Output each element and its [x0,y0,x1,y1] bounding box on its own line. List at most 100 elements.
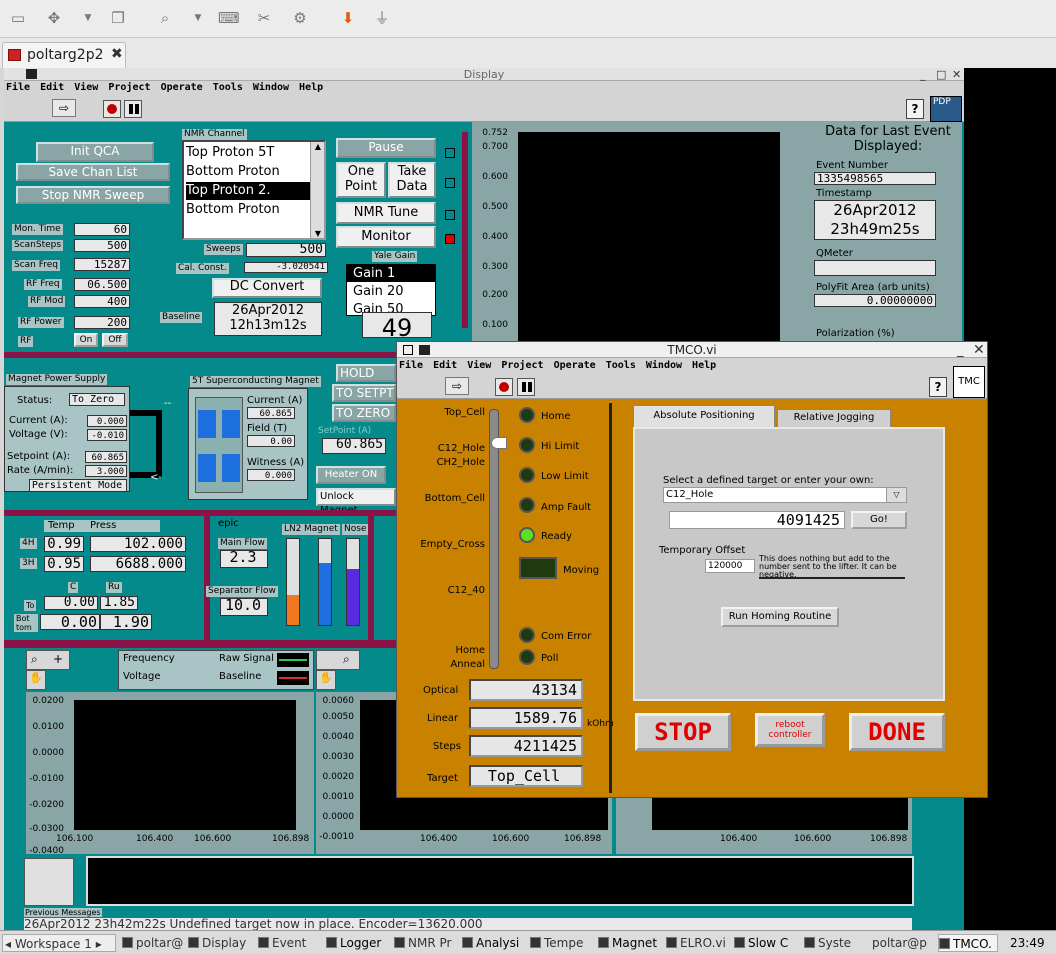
yale-gain-listbox[interactable]: Gain 1 Gain 20 Gain 50 [346,264,436,316]
run-homing-routine-button[interactable]: Run Homing Routine [721,607,839,627]
scrollbar[interactable]: ▲ ▼ [310,142,324,238]
menu-project[interactable]: Project [501,360,543,371]
menu-help[interactable]: Help [692,360,716,371]
list-item-selected[interactable]: Top Proton 2. [186,182,310,200]
pan-hand-icon[interactable]: ✋ [26,670,46,690]
hold-button[interactable]: HOLD [336,364,396,382]
taskbar-item[interactable]: ELRO.vi [666,934,728,952]
run-arrow-icon[interactable]: ⇨ [445,377,469,395]
taskbar-item[interactable]: Magnet [598,934,662,952]
taskbar-item[interactable]: poltar@p [122,934,184,952]
taskbar-item[interactable]: Syste [804,934,864,952]
stop-button[interactable]: STOP [635,713,731,751]
rf-off-button[interactable]: Off [102,333,128,347]
pause-button[interactable] [124,100,142,118]
menu-view[interactable]: View [467,360,491,371]
raw-graph-plot[interactable] [74,700,296,830]
abort-button[interactable] [103,100,121,118]
go-button[interactable]: Go! [851,511,907,529]
menu-help[interactable]: Help [299,82,323,93]
pan-hand-icon[interactable]: ✋ [316,670,336,690]
offset-field[interactable]: 120000 [705,559,755,573]
cal-const-field[interactable]: -3.020541 [244,262,328,273]
menu-window[interactable]: Window [253,82,289,93]
menu-operate[interactable]: Operate [554,360,596,371]
move-icon[interactable]: ✥ [44,9,64,27]
pause-button[interactable] [517,378,535,396]
windows-icon[interactable]: ❐ [108,9,128,27]
init-qca-button[interactable]: Init QCA [36,142,154,162]
workspace-switcher[interactable]: ◂ Workspace 1 ▸ [2,934,116,952]
messages-area[interactable] [86,856,914,906]
menu-project[interactable]: Project [108,82,150,93]
help-icon[interactable]: ? [929,377,947,397]
menu-tools[interactable]: Tools [606,360,636,371]
gear-icon[interactable]: ⚙ [290,9,310,27]
done-button[interactable]: DONE [849,713,945,751]
setpoint-field[interactable]: 60.865 [85,451,127,463]
chevron-down-icon[interactable]: ▽ [886,488,906,502]
chevron-left-icon[interactable]: ◂ [5,937,15,951]
rf-power-field[interactable]: 200 [74,316,130,329]
zoom-icon[interactable]: ⌕ [31,652,38,667]
rf-freq-field[interactable]: 06.500 [74,278,130,291]
graph-tools[interactable]: ⌕ + [26,650,70,670]
target-combobox[interactable]: C12_Hole ▽ [663,487,907,503]
taskbar-item[interactable]: Logger [326,934,388,952]
help-icon[interactable]: ? [906,99,924,119]
chevron-right-icon[interactable]: ▸ [92,937,102,951]
taskbar-item[interactable]: Tempe [530,934,592,952]
scroll-up-icon[interactable]: ▲ [311,142,325,151]
nmr-graph-plot[interactable] [518,132,780,344]
download-icon[interactable]: ⬇ [338,9,358,27]
nmr-tune-button[interactable]: NMR Tune [336,202,436,224]
hold-setpoint-field[interactable]: 60.865 [322,438,386,454]
to-setpt-button[interactable]: TO SETPT [332,384,396,402]
taskbar-item-active[interactable]: TMCO. [938,934,998,952]
target-value-field[interactable]: 4091425 [669,511,845,529]
list-item[interactable]: Gain 20 [347,283,435,300]
close-icon[interactable]: ✖ [111,46,123,62]
close-icon[interactable]: ✕ [973,342,985,358]
dc-convert-button[interactable]: DC Convert [212,278,322,298]
menu-file[interactable]: File [399,360,423,371]
minimize-icon[interactable]: _ [920,68,926,81]
run-arrow-icon[interactable]: ⇨ [52,99,76,117]
list-item-selected[interactable]: Gain 1 [347,265,435,282]
list-item[interactable]: Bottom Proton [186,163,310,181]
list-item[interactable]: Top Proton 5T [186,144,310,162]
nmr-channel-listbox[interactable]: Top Proton 5T Bottom Proton Top Proton 2… [182,140,326,240]
tab-absolute-positioning[interactable]: Absolute Positioning [633,405,775,427]
mon-time-field[interactable]: 60 [74,223,130,236]
taskbar-item[interactable]: Event [258,934,320,952]
rate-field[interactable]: 3.000 [85,465,127,477]
taskbar-item[interactable]: poltar@p [872,934,932,952]
message-button[interactable] [24,858,74,906]
list-item[interactable]: Bottom Proton [186,201,310,219]
crosshair-icon[interactable]: + [53,652,63,666]
scan-steps-field[interactable]: 500 [74,239,130,252]
taskbar-item[interactable]: Slow C [734,934,796,952]
scan-freq-field[interactable]: 15287 [74,258,130,271]
menu-file[interactable]: File [6,82,30,93]
maximize-icon[interactable]: □ [936,68,946,81]
sweeps-field[interactable]: 500 [246,243,326,257]
rf-on-button[interactable]: On [74,333,98,347]
plug-icon[interactable]: ⏚ [372,9,392,27]
reboot-controller-button[interactable]: reboot controller [755,713,825,747]
menu-window[interactable]: Window [646,360,682,371]
taskbar-item[interactable]: NMR Pr [394,934,456,952]
abort-button[interactable] [495,378,513,396]
zoom-icon[interactable]: ⌕ [343,652,350,667]
taskbar-item[interactable]: Display [188,934,252,952]
take-data-button[interactable]: Take Data [388,162,436,198]
keyboard-icon[interactable]: ⌨ [218,9,240,27]
one-point-button[interactable]: One Point [336,162,386,198]
position-slider-thumb[interactable] [491,437,507,449]
monitor-button[interactable]: Monitor [336,226,436,248]
menu-operate[interactable]: Operate [161,82,203,93]
tools-icon[interactable]: ✂ [254,9,274,27]
minimize-icon[interactable]: _ [957,343,964,358]
unlock-magnet-button[interactable]: Unlock Magnet [316,488,396,516]
close-icon[interactable]: ✕ [952,68,961,81]
